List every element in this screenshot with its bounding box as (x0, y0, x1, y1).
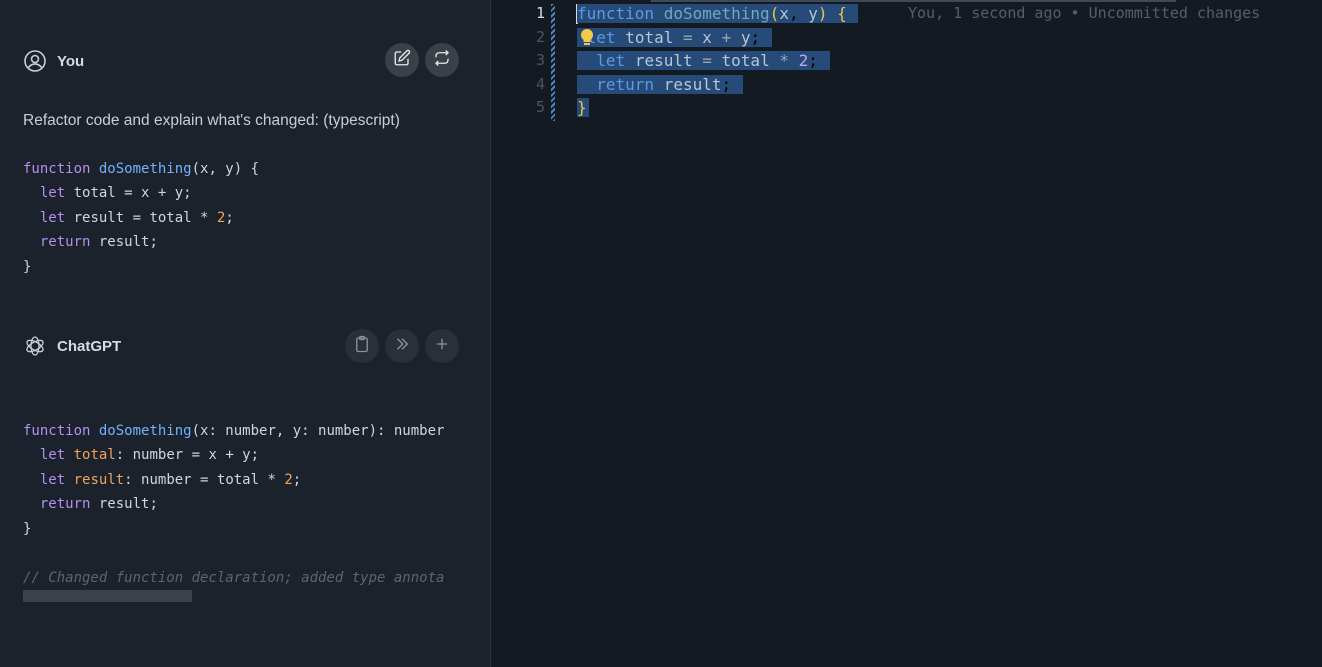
regenerate-button[interactable] (425, 43, 459, 77)
user-message-header: You (23, 49, 84, 73)
chat-panel: You Refactor code and explain what's cha… (0, 0, 491, 667)
line-number: 4 (535, 74, 545, 93)
editor-line[interactable]: } (577, 96, 858, 120)
assistant-comment-line: // Changed function declaration; added t… (23, 570, 445, 586)
assistant-name: ChatGPT (57, 337, 122, 355)
code-editor[interactable]: 1 2 3 4 5 function doSomething(x, y) { l… (492, 0, 1322, 667)
assistant-code-block: function doSomething(x: number, y: numbe… (23, 419, 444, 541)
git-blame-annotation: You, 1 second ago • Uncommitted changes (908, 4, 1261, 22)
editor-line[interactable]: function doSomething(x, y) { (577, 2, 859, 26)
code-line: return result; (39, 234, 158, 251)
line-number: 1 (535, 4, 545, 22)
repeat-icon (433, 49, 451, 72)
insert-button[interactable] (385, 329, 419, 363)
assistant-message-actions (345, 329, 459, 363)
code-line: let total: number = x + y; (39, 447, 260, 464)
openai-logo-icon (23, 334, 47, 358)
plus-icon (433, 335, 451, 358)
code-line: let result: number = total * 2; (39, 471, 302, 488)
clipboard-icon (353, 335, 371, 358)
editor-line[interactable]: return result; (577, 73, 858, 97)
editor-line[interactable]: let result = total * 2; (577, 49, 858, 73)
editor-lines[interactable]: function doSomething(x, y) { let total =… (577, 2, 859, 120)
code-line: let result = total * 2; (39, 209, 234, 226)
code-line: } (23, 520, 32, 537)
user-prompt-text: Refactor code and explain what's changed… (23, 112, 400, 129)
line-number: 5 (535, 98, 545, 117)
editor-line[interactable]: let total = x + y; (577, 26, 858, 50)
user-name: You (57, 52, 85, 70)
user-code-block: function doSomething(x, y) { let total =… (23, 157, 259, 279)
loading-placeholder (23, 590, 192, 602)
edit-icon (393, 49, 411, 72)
code-line: function doSomething(x, y) { (23, 161, 260, 177)
add-button[interactable] (425, 329, 459, 363)
line-number-gutter: 1 2 3 4 5 (492, 2, 547, 120)
uncommitted-change-marker[interactable] (551, 4, 555, 121)
user-message-actions (385, 43, 459, 77)
line-number: 2 (535, 27, 545, 46)
code-line: let total = x + y; (39, 185, 192, 202)
code-line: function doSomething(x: number, y: numbe… (23, 423, 445, 439)
chevrons-right-icon (393, 335, 411, 358)
line-number: 3 (535, 51, 545, 70)
edit-button[interactable] (385, 43, 419, 77)
user-circle-icon (23, 49, 47, 73)
code-line: return result; (39, 496, 158, 513)
code-line: } (23, 258, 32, 275)
copy-button[interactable] (345, 329, 379, 363)
assistant-message-header: ChatGPT (23, 334, 121, 358)
